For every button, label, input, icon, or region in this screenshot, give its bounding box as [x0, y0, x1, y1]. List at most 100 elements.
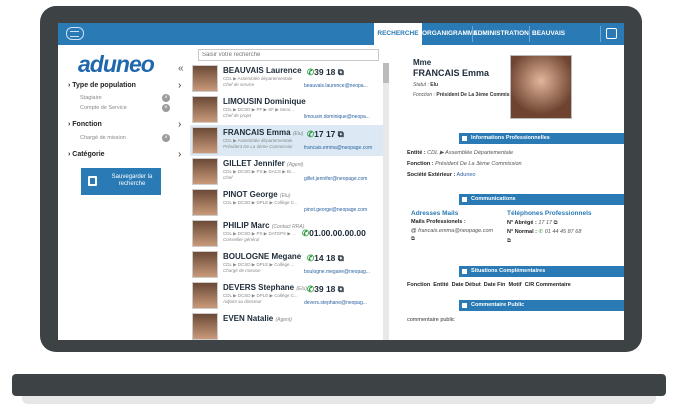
list-item[interactable]: BEAUVAIS Laurence CDL ▶ Assemblée départ…	[190, 63, 384, 95]
profile-photo	[510, 55, 572, 119]
result-role: Président De La 3ème Commissior	[223, 144, 293, 149]
section-header-compl[interactable]: Situations Complémentaires	[459, 266, 624, 277]
result-role: Chef de service	[223, 82, 255, 87]
result-org: CDL ▶ DCSD ▶ DPLE ▶ Collège C...	[223, 200, 298, 205]
list-item[interactable]: LIMOUSIN Dominique CDL ▶ DCSD ▶ PF ▶ SF …	[190, 94, 384, 126]
result-role: Chargé de mission	[223, 268, 261, 273]
brand-logo: aduneo	[78, 51, 155, 77]
mail-icon: @	[411, 228, 417, 234]
filter-value-compte-service: Compte de Service	[80, 105, 127, 111]
collapse-sidebar-icon[interactable]: «	[178, 63, 184, 74]
list-item-selected[interactable]: FRANCAIS Emma (Elu) CDL ▶ Assemblée dépa…	[190, 125, 384, 157]
results-scrollbar[interactable]	[383, 63, 389, 340]
clear-filter-icon[interactable]: ×	[162, 134, 170, 142]
clear-filter-icon[interactable]: ×	[162, 104, 170, 112]
detail-abrege: N° Abrégé : 17 17 ⧉	[507, 220, 558, 226]
result-phone: ✆39 18 ⧉	[307, 284, 344, 294]
nav-divider	[529, 26, 530, 42]
filter-fonction[interactable]: › Fonction	[68, 121, 102, 128]
tab-recherche[interactable]: RECHERCHE	[374, 23, 422, 45]
section-header-comm[interactable]: Communications	[459, 194, 624, 205]
app-screen: RECHERCHE ORGANIGRAMME ADMINISTRATION ⚙ …	[58, 23, 624, 340]
logout-icon[interactable]	[606, 28, 617, 39]
mail-value[interactable]: @ francais.emma@neopage.com	[411, 228, 493, 234]
result-phone: ✆39 18 ⧉	[307, 67, 344, 77]
list-item[interactable]: PINOT George (Elu) CDL ▶ DCSD ▶ DPLE ▶ C…	[190, 187, 384, 219]
detail-societe: Société Extérieur : Aduneo	[407, 172, 476, 178]
filter-value-stagiaire: Stagiaire	[80, 95, 102, 101]
result-email[interactable]: beauvais.laurence@neopa...	[304, 83, 368, 89]
mails-pro-label: Mails Professionels :	[411, 219, 466, 225]
result-role: Adjoint au directeur	[223, 299, 262, 304]
copy-icon[interactable]: ⧉	[411, 236, 415, 243]
result-phone: ✆17 17 ⧉	[307, 129, 344, 139]
filter-label: Type de population	[72, 82, 136, 89]
avatar	[192, 251, 218, 278]
result-phone: ✆14 18 ⧉	[307, 253, 344, 263]
detail-panel: Mme FRANCAIS Emma Statut : Elu Fonction …	[391, 46, 624, 340]
list-item[interactable]: GILLET Jennifer (Agent) CDL ▶ DCSD ▶ PS …	[190, 156, 384, 188]
copy-icon: ⧉	[337, 284, 344, 294]
section-header-public[interactable]: Commentaire Public	[459, 300, 624, 311]
detail-name: FRANCAIS Emma	[413, 68, 490, 78]
copy-icon: ⧉	[337, 129, 344, 139]
clear-filter-icon[interactable]: ×	[162, 94, 170, 102]
copy-icon: ⧉	[337, 67, 344, 77]
filter-type-population[interactable]: › Type de population	[68, 82, 136, 89]
detail-fonction: Fonction : Président De La 3ème Commissi…	[413, 92, 520, 98]
avatar	[192, 189, 218, 216]
filter-label: Catégorie	[72, 151, 105, 158]
copy-icon[interactable]: ⧉	[507, 238, 511, 245]
list-item[interactable]: BOULOGNE Megane CDL ▶ DCSD ▶ DPLE ▶ Coll…	[190, 249, 384, 281]
phones-heading: Téléphones Professionnels	[507, 210, 592, 217]
tab-organigramme[interactable]: ORGANIGRAMME	[422, 23, 478, 45]
scrollbar-thumb[interactable]	[383, 63, 389, 83]
result-email[interactable]: francais.emma@neopage.com	[304, 145, 372, 151]
chevron-right-icon[interactable]: ›	[178, 119, 181, 130]
result-role: Chef	[223, 175, 233, 180]
tab-administration[interactable]: ADMINISTRATION ⚙	[473, 23, 529, 59]
result-name: PHILIP Marc (Contact RRA)	[223, 221, 305, 230]
copy-icon: ⧉	[337, 253, 344, 263]
mails-heading: Adresses Mails	[411, 210, 459, 217]
public-comment: commentaire public	[407, 317, 455, 323]
laptop-base	[12, 374, 666, 396]
filter-categorie[interactable]: › Catégorie	[68, 151, 105, 158]
avatar	[192, 220, 218, 247]
top-navigation-bar: RECHERCHE ORGANIGRAMME ADMINISTRATION ⚙ …	[58, 23, 624, 59]
detail-fonction-pro: Fonction : Président De La 3ème Commissi…	[407, 161, 522, 167]
list-item[interactable]: EVEN Natalie (Agent)	[190, 311, 384, 340]
list-item[interactable]: DEVERS Stephane (Elu) CDL ▶ DCSD ▶ DPLE …	[190, 280, 384, 312]
avatar	[192, 96, 218, 123]
result-org: CDL ▶ DCSD ▶ PS ▶ DACS ▶ Bi...	[223, 169, 295, 174]
user-menu[interactable]: BEAUVAIS LAURENCE ▾	[532, 23, 596, 59]
avatar	[192, 127, 218, 154]
result-role: Conseiller général	[223, 237, 260, 242]
result-email[interactable]: devers.stephane@neopag...	[304, 300, 367, 306]
result-name: LIMOUSIN Dominique	[223, 97, 306, 106]
filter-value-charge-mission: Chargé de mission	[80, 135, 126, 141]
tab-administration-label: ADMINISTRATION	[473, 30, 529, 37]
result-name: EVEN Natalie (Agent)	[223, 314, 292, 323]
chevron-right-icon[interactable]: ›	[178, 80, 181, 91]
result-email[interactable]: pinot.george@neopage.com	[304, 207, 367, 213]
laptop-base-shadow	[22, 396, 656, 404]
result-email[interactable]: boulogne.megane@neopag...	[304, 269, 370, 275]
section-header-pro[interactable]: Informations Professionnelles	[459, 133, 624, 144]
result-role: Chef de projet	[223, 113, 252, 118]
chevron-right-icon[interactable]: ›	[178, 149, 181, 160]
nav-divider	[600, 26, 601, 42]
search-input[interactable]	[198, 49, 379, 61]
list-item[interactable]: PHILIP Marc (Contact RRA) CDL ▶ DCSD ▶ P…	[190, 218, 384, 250]
detail-entite: Entité : CDL ▶ Assemblée Départementale	[407, 150, 514, 156]
result-name: BOULOGNE Megane	[223, 252, 302, 261]
detail-statut: Statut : Elu	[413, 82, 439, 88]
result-name: BEAUVAIS Laurence	[223, 66, 302, 75]
avatar	[192, 313, 218, 340]
app-logo-icon[interactable]	[66, 27, 84, 40]
save-search-button[interactable]: Sauvegarder la recherche	[81, 168, 161, 195]
result-email[interactable]: limousin.dominique@neopa...	[304, 114, 370, 120]
detail-title: Mme	[413, 58, 432, 67]
avatar	[192, 158, 218, 185]
result-email[interactable]: gillet.jennifer@neopage.com	[304, 176, 367, 182]
